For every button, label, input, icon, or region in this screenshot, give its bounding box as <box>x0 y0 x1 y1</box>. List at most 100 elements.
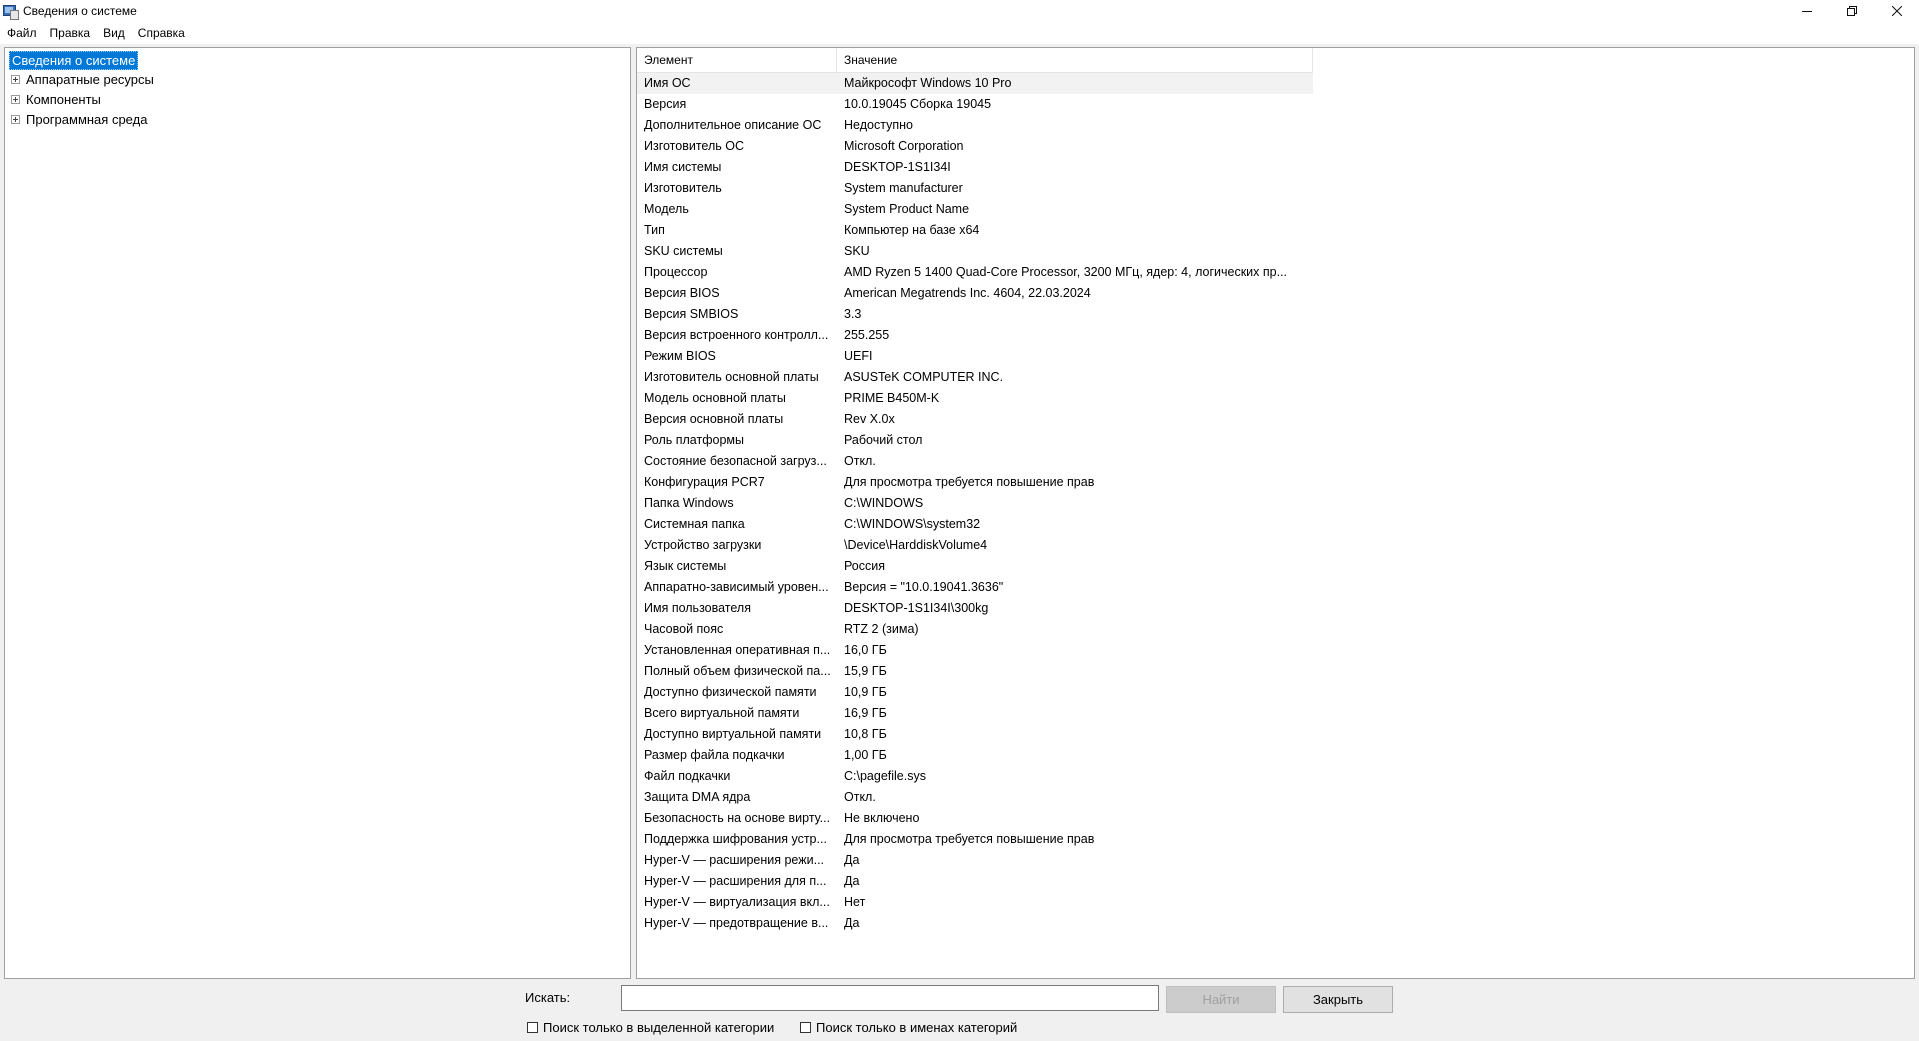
table-row[interactable]: Доступно виртуальной памяти 10,8 ГБ <box>637 724 1313 745</box>
value-cell: Для просмотра требуется повышение прав <box>844 832 1095 846</box>
msinfo-window: Сведения о системе Файл Правка Вид Справ… <box>0 0 1919 1041</box>
table-row[interactable]: Системная папка C:\WINDOWS\system32 <box>637 514 1313 535</box>
table-row[interactable]: Hyper-V — виртуализация вкл... Нет <box>637 892 1313 913</box>
close-window-button[interactable] <box>1874 0 1919 22</box>
table-row[interactable]: Версия встроенного контролл... 255.255 <box>637 325 1313 346</box>
item-cell: Версия основной платы <box>644 412 784 426</box>
item-cell: Модель <box>644 202 689 216</box>
table-row[interactable]: Версия основной платы Rev X.0x <box>637 409 1313 430</box>
expand-plus-icon[interactable] <box>11 114 20 124</box>
table-row[interactable]: Дополнительное описание ОС Недоступно <box>637 115 1313 136</box>
value-cell: 1,00 ГБ <box>844 748 887 762</box>
search-category-names-option[interactable]: Поиск только в именах категорий <box>800 1019 1017 1035</box>
table-row[interactable]: Папка Windows C:\WINDOWS <box>637 493 1313 514</box>
window-title: Сведения о системе <box>23 4 137 18</box>
item-cell: Полный объем физической па... <box>644 664 831 678</box>
value-cell: Рабочий стол <box>844 433 923 447</box>
column-header-value[interactable]: Значение <box>837 48 1313 72</box>
value-cell: Откл. <box>844 454 876 468</box>
item-cell: Изготовитель ОС <box>644 139 744 153</box>
restore-button[interactable] <box>1829 0 1874 22</box>
value-cell: Да <box>844 916 860 930</box>
minimize-button[interactable] <box>1784 0 1829 22</box>
table-row[interactable]: Состояние безопасной загруз... Откл. <box>637 451 1313 472</box>
tree-item-label: Аппаратные ресурсы <box>26 71 154 87</box>
table-row[interactable]: Имя пользователя DESKTOP-1S1I34I\300kg <box>637 598 1313 619</box>
search-category-names-checkbox[interactable] <box>800 1021 811 1033</box>
table-row[interactable]: Имя ОС Майкрософт Windows 10 Pro <box>637 73 1313 94</box>
table-row[interactable]: Модель System Product Name <box>637 199 1313 220</box>
menu-view[interactable]: Вид <box>96 23 131 43</box>
table-row[interactable]: Роль платформы Рабочий стол <box>637 430 1313 451</box>
search-input[interactable] <box>621 985 1159 1011</box>
table-row[interactable]: Устройство загрузки \Device\HarddiskVolum… <box>637 535 1313 556</box>
category-tree[interactable]: Сведения о системе Аппаратные ресурсы Ко… <box>4 47 631 979</box>
table-row[interactable]: Поддержка шифрования устр... Для просмотр… <box>637 829 1313 850</box>
tree-item-components[interactable]: Компоненты <box>11 90 101 108</box>
table-row[interactable]: Доступно физической памяти 10,9 ГБ <box>637 682 1313 703</box>
table-row[interactable]: Hyper-V — расширения режи... Да <box>637 850 1313 871</box>
table-row[interactable]: Размер файла подкачки 1,00 ГБ <box>637 745 1313 766</box>
close-button[interactable]: Закрыть <box>1283 986 1393 1013</box>
value-cell: 16,9 ГБ <box>844 706 887 720</box>
item-cell: Модель основной платы <box>644 391 786 405</box>
table-row[interactable]: Изготовитель System manufacturer <box>637 178 1313 199</box>
table-row[interactable]: Всего виртуальной памяти 16,9 ГБ <box>637 703 1313 724</box>
value-cell: 16,0 ГБ <box>844 643 887 657</box>
table-row[interactable]: Изготовитель основной платы ASUSTeK COMPU… <box>637 367 1313 388</box>
column-header-item[interactable]: Элемент <box>637 48 837 72</box>
table-row[interactable]: Версия SMBIOS 3.3 <box>637 304 1313 325</box>
table-row[interactable]: Процессор AMD Ryzen 5 1400 Quad-Core Proc… <box>637 262 1313 283</box>
item-cell: Папка Windows <box>644 496 734 510</box>
menu-file[interactable]: Файл <box>0 23 43 43</box>
tree-item-hardware-resources[interactable]: Аппаратные ресурсы <box>11 70 154 88</box>
table-row[interactable]: Версия 10.0.19045 Сборка 19045 <box>637 94 1313 115</box>
table-row[interactable]: Версия BIOS American Megatrends Inc. 4604… <box>637 283 1313 304</box>
table-row[interactable]: Изготовитель ОС Microsoft Corporation <box>637 136 1313 157</box>
table-row[interactable]: Режим BIOS UEFI <box>637 346 1313 367</box>
value-cell: 15,9 ГБ <box>844 664 887 678</box>
table-row[interactable]: Безопасность на основе вирту... Не включе… <box>637 808 1313 829</box>
value-cell: Да <box>844 874 860 888</box>
item-cell: Аппаратно-зависимый уровен... <box>644 580 829 594</box>
value-cell: 10,9 ГБ <box>844 685 887 699</box>
caption-buttons <box>1784 0 1919 22</box>
table-row[interactable]: Защита DMA ядра Откл. <box>637 787 1313 808</box>
table-row[interactable]: Язык системы Россия <box>637 556 1313 577</box>
details-list[interactable]: Элемент Значение Имя ОС Майкрософт Window… <box>636 47 1915 979</box>
search-selected-category-checkbox[interactable] <box>527 1021 538 1033</box>
expand-plus-icon[interactable] <box>11 94 20 104</box>
table-row[interactable]: Полный объем физической па... 15,9 ГБ <box>637 661 1313 682</box>
table-row[interactable]: Hyper-V — предотвращение в... Да <box>637 913 1313 934</box>
table-row[interactable]: Установленная оперативная п... 16,0 ГБ <box>637 640 1313 661</box>
title-bar: Сведения о системе <box>0 0 1919 22</box>
table-row[interactable]: Аппаратно-зависимый уровен... Версия = "1… <box>637 577 1313 598</box>
item-cell: Версия <box>644 97 687 111</box>
value-cell: C:\WINDOWS\system32 <box>844 517 981 531</box>
find-button[interactable]: Найти <box>1166 986 1276 1013</box>
table-row[interactable]: Файл подкачки C:\pagefile.sys <box>637 766 1313 787</box>
value-cell: Откл. <box>844 790 876 804</box>
menu-help[interactable]: Справка <box>131 23 191 43</box>
table-row[interactable]: Hyper-V — расширения для п... Да <box>637 871 1313 892</box>
tree-item-system-summary[interactable]: Сведения о системе <box>9 51 139 70</box>
table-row[interactable]: Имя системы DESKTOP-1S1I34I <box>637 157 1313 178</box>
table-row[interactable]: Тип Компьютер на базе x64 <box>637 220 1313 241</box>
item-cell: Часовой пояс <box>644 622 724 636</box>
expand-plus-icon[interactable] <box>11 74 20 84</box>
value-cell: American Megatrends Inc. 4604, 22.03.202… <box>844 286 1091 300</box>
list-rows: Имя ОС Майкрософт Windows 10 Pro Версия 10.… <box>637 73 1313 934</box>
table-row[interactable]: SKU системы SKU <box>637 241 1313 262</box>
value-cell: Rev X.0x <box>844 412 895 426</box>
search-selected-category-option[interactable]: Поиск только в выделенной категории <box>527 1019 774 1035</box>
table-row[interactable]: Модель основной платы PRIME B450M-K <box>637 388 1313 409</box>
item-cell: Имя ОС <box>644 76 691 90</box>
table-row[interactable]: Конфигурация PCR7 Для просмотра требуется… <box>637 472 1313 493</box>
menu-edit[interactable]: Правка <box>43 23 97 43</box>
value-cell: Microsoft Corporation <box>844 139 964 153</box>
item-cell: Файл подкачки <box>644 769 731 783</box>
tree-item-label: Компоненты <box>26 91 101 107</box>
value-cell: 255.255 <box>844 328 890 342</box>
table-row[interactable]: Часовой пояс RTZ 2 (зима) <box>637 619 1313 640</box>
tree-item-software-environment[interactable]: Программная среда <box>11 110 147 128</box>
